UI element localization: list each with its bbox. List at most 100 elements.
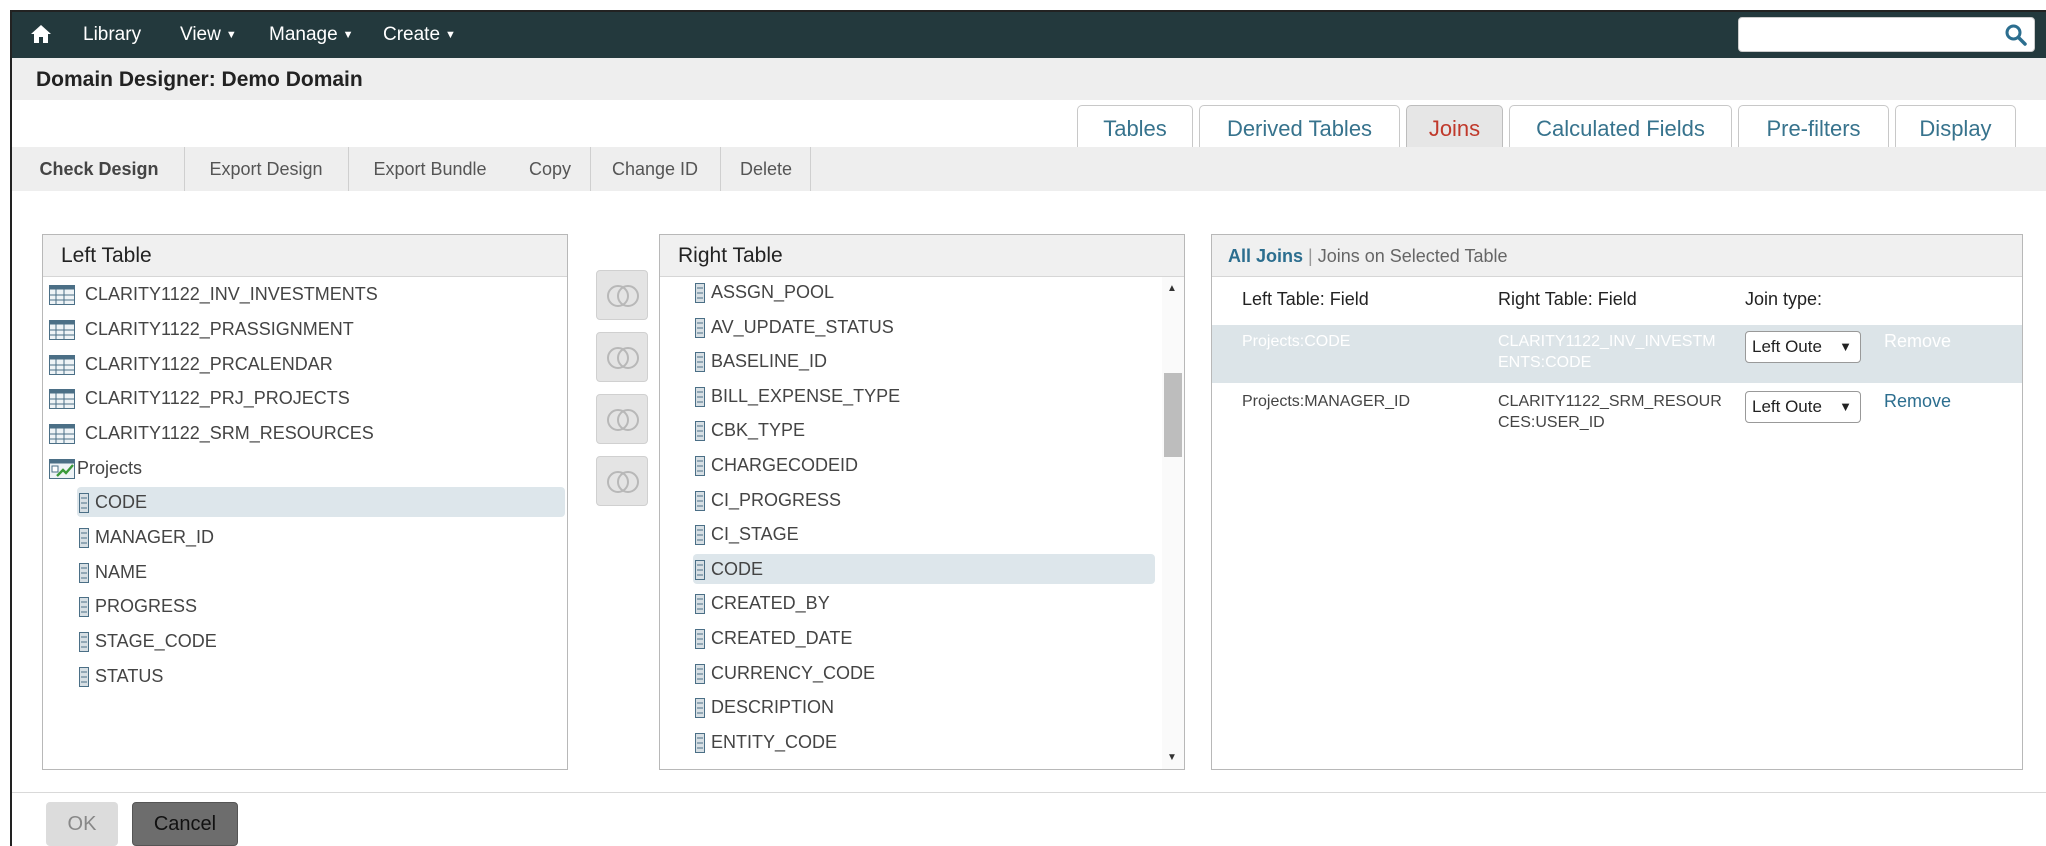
- left-table-title: Left Table: [43, 235, 567, 277]
- ok-button[interactable]: OK: [46, 802, 118, 846]
- right-outer-join-icon: [607, 409, 639, 431]
- field-icon: [79, 528, 89, 548]
- right-field-item[interactable]: CURRENCY_CODE: [693, 658, 875, 688]
- nav-manage[interactable]: Manage ▼: [269, 24, 354, 46]
- right-field-label: CI_STAGE: [711, 524, 799, 545]
- nav-library[interactable]: Library: [83, 24, 141, 46]
- copy-button[interactable]: Copy: [510, 147, 590, 191]
- field-icon: [695, 456, 705, 476]
- join-left-field: Projects:MANAGER_ID: [1242, 393, 1411, 410]
- tab-derived-tables[interactable]: Derived Tables: [1199, 105, 1400, 153]
- export-design-button[interactable]: Export Design: [186, 147, 346, 191]
- search-box: [1738, 17, 2035, 52]
- inner-join-button[interactable]: [596, 270, 648, 320]
- right-field-item[interactable]: AV_UPDATE_STATUS: [693, 312, 894, 342]
- right-field-item[interactable]: BILL_EXPENSE_TYPE: [693, 381, 900, 411]
- scroll-up-icon[interactable]: ▲: [1167, 283, 1177, 294]
- field-icon: [695, 283, 705, 303]
- tree-field-item[interactable]: NAME: [77, 557, 147, 587]
- join-left-field: Projects:CODE: [1242, 333, 1351, 350]
- right-field-item[interactable]: CREATED_BY: [693, 588, 830, 618]
- cancel-button[interactable]: Cancel: [132, 802, 238, 846]
- right-field-item[interactable]: CODE: [693, 553, 1155, 584]
- remove-join-link[interactable]: Remove: [1884, 331, 1951, 352]
- caret-down-icon: ▼: [342, 29, 354, 41]
- tree-join-tree-item[interactable]: Projects: [49, 453, 142, 483]
- nav-view[interactable]: View ▼: [180, 24, 237, 46]
- remove-join-link[interactable]: Remove: [1884, 391, 1951, 412]
- tree-field-item[interactable]: PROGRESS: [77, 591, 197, 621]
- right-field-item[interactable]: DESCRIPTION: [693, 692, 834, 722]
- tree-table-item[interactable]: CLARITY1122_PRASSIGNMENT: [49, 314, 354, 344]
- change-id-button[interactable]: Change ID: [592, 147, 718, 191]
- nav-create[interactable]: Create ▼: [383, 24, 456, 46]
- page-title: Domain Designer: Demo Domain: [36, 68, 363, 91]
- tree-field-item[interactable]: MANAGER_ID: [77, 522, 214, 552]
- left-outer-join-icon: [607, 347, 639, 369]
- join-row[interactable]: Projects:CODE CLARITY1122_INV_INVESTM EN…: [1212, 325, 2022, 383]
- field-icon: [695, 629, 705, 649]
- right-field-label: CREATED_BY: [711, 593, 830, 614]
- footer-divider: [12, 792, 2046, 793]
- join-row[interactable]: Projects:MANAGER_ID CLARITY1122_SRM_RESO…: [1212, 383, 2022, 441]
- toolbar-divider: [184, 147, 185, 191]
- right-table-scrollbar[interactable]: ▲ ▼: [1162, 277, 1184, 769]
- export-bundle-button[interactable]: Export Bundle: [350, 147, 510, 191]
- join-type-select[interactable]: Left Oute ▼: [1745, 331, 1861, 363]
- tree-field-label: PROGRESS: [95, 596, 198, 616]
- join-type-select[interactable]: Left Oute ▼: [1745, 391, 1861, 423]
- right-field-item[interactable]: CBK_TYPE: [693, 415, 805, 445]
- tree-table-item[interactable]: CLARITY1122_PRCALENDAR: [49, 349, 333, 379]
- right-field-item[interactable]: CREATED_DATE: [693, 623, 852, 653]
- right-field-item[interactable]: CI_STAGE: [693, 519, 799, 549]
- scroll-down-icon[interactable]: ▼: [1167, 752, 1177, 763]
- tree-table-item[interactable]: CLARITY1122_SRM_RESOURCES: [49, 418, 374, 448]
- top-navbar: Library View ▼ Manage ▼ Create ▼: [12, 12, 2046, 58]
- delete-button[interactable]: Delete: [722, 147, 810, 191]
- join-right-field: CLARITY1122_INV_INVESTM ENTS:CODE: [1498, 333, 1716, 371]
- tree-table-item[interactable]: CLARITY1122_INV_INVESTMENTS: [49, 279, 378, 309]
- toolbar-divider: [720, 147, 721, 191]
- field-icon: [79, 493, 89, 513]
- tab-pre-filters[interactable]: Pre-filters: [1738, 105, 1889, 153]
- right-field-item[interactable]: ASSGN_POOL: [693, 277, 834, 307]
- tab-joins[interactable]: Joins: [1406, 105, 1503, 153]
- scrollbar-thumb[interactable]: [1164, 373, 1182, 457]
- col-header-right-field: Right Table: Field: [1498, 289, 1637, 309]
- all-joins-link[interactable]: All Joins: [1228, 246, 1303, 266]
- title-bar: Domain Designer: Demo Domain: [12, 58, 2046, 100]
- tree-table-label: CLARITY1122_PRASSIGNMENT: [85, 319, 354, 339]
- search-icon[interactable]: [2004, 23, 2028, 47]
- tree-field-label: STAGE_CODE: [95, 631, 217, 651]
- tree-field-item[interactable]: STATUS: [77, 661, 163, 691]
- home-icon[interactable]: [30, 24, 52, 44]
- filter-separator: |: [1308, 246, 1313, 266]
- joins-on-selected-table-link[interactable]: Joins on Selected Table: [1318, 246, 1508, 266]
- tree-field-label: CODE: [95, 492, 148, 512]
- left-outer-join-button[interactable]: [596, 332, 648, 382]
- right-field-label: CURRENCY_CODE: [711, 662, 876, 683]
- tree-table-label: CLARITY1122_INV_INVESTMENTS: [85, 284, 378, 304]
- dropdown-arrow-icon: ▼: [1839, 339, 1852, 354]
- right-field-item[interactable]: ENTITY_CODE: [693, 727, 837, 757]
- tree-table-item[interactable]: CLARITY1122_PRJ_PROJECTS: [49, 383, 350, 413]
- caret-down-icon: ▼: [445, 29, 456, 41]
- right-field-label: CHARGECODEID: [711, 455, 859, 475]
- right-field-item[interactable]: CI_PROGRESS: [693, 485, 841, 515]
- tab-tables[interactable]: Tables: [1077, 105, 1193, 153]
- field-icon: [695, 663, 705, 684]
- check-design-button[interactable]: Check Design: [24, 147, 174, 191]
- field-icon: [79, 597, 89, 617]
- right-field-item[interactable]: CHARGECODEID: [693, 450, 858, 480]
- right-field-item[interactable]: BASELINE_ID: [693, 346, 827, 376]
- tree-field-item[interactable]: STAGE_CODE: [77, 626, 217, 656]
- tab-display[interactable]: Display: [1895, 105, 2016, 153]
- search-input[interactable]: [1747, 18, 2002, 49]
- tree-field-item[interactable]: CODE: [77, 487, 565, 517]
- right-field-label: ENTITY_CODE: [711, 731, 838, 752]
- full-outer-join-button[interactable]: [596, 456, 648, 506]
- right-field-label: CBK_TYPE: [711, 420, 806, 441]
- right-outer-join-button[interactable]: [596, 394, 648, 444]
- tab-calculated-fields[interactable]: Calculated Fields: [1509, 105, 1732, 153]
- right-field-label: BILL_EXPENSE_TYPE: [711, 385, 901, 406]
